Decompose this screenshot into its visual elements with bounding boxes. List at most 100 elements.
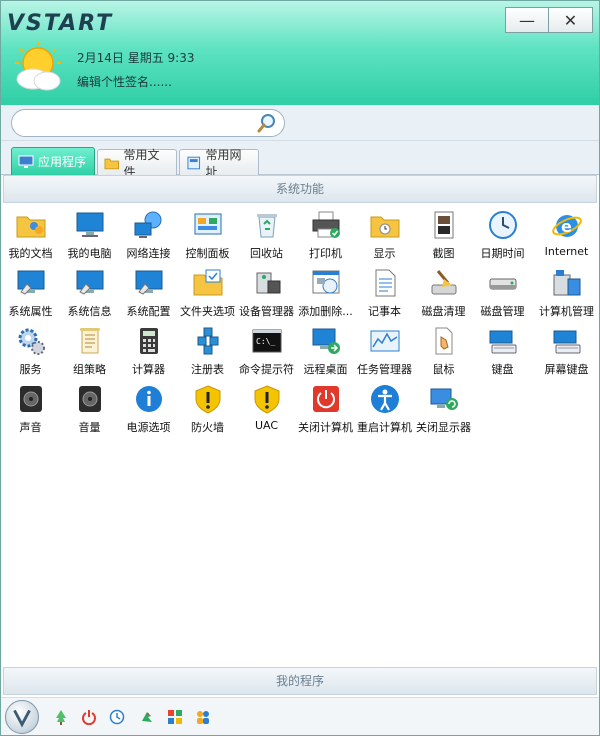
grid-item[interactable]: 计算机管理 bbox=[537, 263, 596, 321]
grid-item[interactable]: 组策略 bbox=[60, 321, 119, 379]
grid-item[interactable]: 鼠标 bbox=[414, 321, 473, 379]
grid-item[interactable]: 注册表 bbox=[178, 321, 237, 379]
grid-item[interactable]: 添加删除... bbox=[296, 263, 355, 321]
close-button[interactable]: ✕ bbox=[549, 7, 593, 33]
task-manager-icon bbox=[370, 330, 399, 352]
grid-item[interactable]: 音量 bbox=[60, 379, 119, 437]
signature-edit-link[interactable]: 编辑个性签名...... bbox=[77, 73, 172, 90]
tab-bar: 应用程序 常用文件 常用网址 bbox=[1, 141, 599, 179]
grid-item[interactable]: 显示 bbox=[355, 205, 414, 263]
device-manager-icon bbox=[256, 272, 280, 294]
remote-desktop-icon bbox=[312, 328, 340, 354]
tab-applications[interactable]: 应用程序 bbox=[11, 147, 95, 175]
start-orb-icon[interactable] bbox=[5, 700, 39, 734]
computer-management-icon bbox=[553, 270, 580, 296]
grid-item[interactable]: 我的文档 bbox=[1, 205, 60, 263]
search-icon[interactable] bbox=[257, 113, 277, 133]
section-system-functions[interactable]: 系统功能 bbox=[3, 175, 597, 203]
printer-icon bbox=[312, 211, 340, 238]
grid-item-label: 远程桌面 bbox=[303, 363, 348, 376]
grid-item[interactable]: 防火墙 bbox=[178, 379, 237, 437]
system-properties-icon bbox=[17, 270, 44, 295]
folder-icon bbox=[104, 158, 120, 169]
header-panel: VSTART — ✕ 2月14日 星期五 9:33 编辑个性签名...... bbox=[1, 1, 599, 105]
grid-item-label: 任务管理器 bbox=[357, 363, 412, 376]
tab-common-files[interactable]: 常用文件 bbox=[97, 148, 177, 179]
date-time-text: 2月14日 星期五 9:33 bbox=[77, 51, 195, 65]
grid-item[interactable]: 屏幕键盘 bbox=[537, 321, 596, 379]
grid-item-label: 日期时间 bbox=[480, 247, 525, 260]
system-info-icon bbox=[76, 270, 103, 295]
restart-icon bbox=[370, 385, 399, 413]
weather-sun-cloud-icon[interactable] bbox=[11, 41, 65, 93]
shutdown-icon bbox=[312, 386, 339, 412]
grid-item[interactable]: 日期时间 bbox=[473, 205, 532, 263]
grid-item[interactable]: 系统配置 bbox=[119, 263, 178, 321]
webpage-icon bbox=[187, 156, 201, 169]
notepad-icon bbox=[375, 269, 395, 297]
grid-item[interactable]: 重启计算机 bbox=[355, 379, 414, 437]
grid-item[interactable]: 打印机 bbox=[296, 205, 355, 263]
grid-item[interactable]: 任务管理器 bbox=[355, 321, 414, 379]
speaker-icon bbox=[19, 386, 42, 412]
grid-item[interactable]: 设备管理器 bbox=[237, 263, 296, 321]
grid-item[interactable]: 磁盘管理 bbox=[473, 263, 532, 321]
tiles-icon[interactable] bbox=[167, 709, 183, 725]
grid-item-label: 重启计算机 bbox=[357, 421, 412, 434]
grid-item[interactable]: 关闭显示器 bbox=[414, 379, 473, 437]
grid-item-label: 控制面板 bbox=[185, 247, 230, 260]
grid-item[interactable]: UAC bbox=[237, 379, 296, 437]
grid-item-label: 网络连接 bbox=[126, 247, 171, 260]
grid-item-label: 磁盘清理 bbox=[421, 305, 466, 318]
ie-icon: e bbox=[551, 215, 582, 237]
grid-item-label: 鼠标 bbox=[432, 363, 455, 376]
grid-item[interactable]: 控制面板 bbox=[178, 205, 237, 263]
uac-shield-icon bbox=[254, 385, 279, 414]
firewall-shield-icon bbox=[195, 385, 220, 414]
grid-item[interactable]: 系统属性 bbox=[1, 263, 60, 321]
minimize-button[interactable]: — bbox=[505, 7, 549, 33]
mouse-icon bbox=[435, 327, 452, 355]
grid-item[interactable]: 我的电脑 bbox=[60, 205, 119, 263]
keyboard-icon bbox=[489, 330, 516, 354]
services-gear-icon bbox=[18, 328, 45, 355]
grid-item-label: 截图 bbox=[432, 247, 455, 260]
grid-item-label: 系统配置 bbox=[126, 305, 171, 318]
grid-item[interactable]: 计算器 bbox=[119, 321, 178, 379]
grid-item[interactable]: 系统信息 bbox=[60, 263, 119, 321]
power-info-icon bbox=[135, 386, 162, 412]
bird-icon[interactable] bbox=[139, 709, 155, 725]
disk-management-icon bbox=[489, 278, 516, 290]
grid-item[interactable]: 网络连接 bbox=[119, 205, 178, 263]
window-controls: — ✕ bbox=[505, 7, 593, 33]
clock-app-icon[interactable] bbox=[109, 709, 125, 725]
tab-common-urls[interactable]: 常用网址 bbox=[179, 148, 259, 179]
grid-item[interactable]: 远程桌面 bbox=[296, 321, 355, 379]
clock-icon bbox=[488, 211, 517, 239]
grid-item[interactable]: 截图 bbox=[414, 205, 473, 263]
power-icon[interactable] bbox=[81, 709, 97, 725]
grid-item[interactable]: 电源选项 bbox=[119, 379, 178, 437]
people-icon[interactable] bbox=[195, 709, 211, 725]
grid-item-label: 设备管理器 bbox=[239, 305, 294, 318]
grid-item[interactable]: 磁盘清理 bbox=[414, 263, 473, 321]
grid-item[interactable]: 声音 bbox=[1, 379, 60, 437]
recycle-bin-icon bbox=[256, 214, 277, 238]
grid-item[interactable]: 关闭计算机 bbox=[296, 379, 355, 437]
computer-icon bbox=[76, 212, 103, 237]
grid-item[interactable]: 服务 bbox=[1, 321, 60, 379]
grid-item-label: 组策略 bbox=[73, 363, 106, 376]
grid-item[interactable]: C:\_ 命令提示符 bbox=[237, 321, 296, 379]
grid-item[interactable]: 记事本 bbox=[355, 263, 414, 321]
grid-item[interactable]: 键盘 bbox=[473, 321, 532, 379]
tree-icon[interactable] bbox=[53, 709, 69, 725]
grid-item-label: 记事本 bbox=[368, 305, 401, 318]
user-folder-icon bbox=[16, 216, 45, 238]
grid-item[interactable]: 文件夹选项 bbox=[178, 263, 237, 321]
grid-item[interactable]: e Internet bbox=[537, 205, 596, 263]
section-my-programs[interactable]: 我的程序 bbox=[3, 667, 597, 695]
search-input[interactable] bbox=[11, 109, 285, 137]
logo-text: VSTART bbox=[7, 11, 114, 36]
grid-item[interactable]: 回收站 bbox=[237, 205, 296, 263]
grid-item-label: 计算器 bbox=[132, 363, 165, 376]
